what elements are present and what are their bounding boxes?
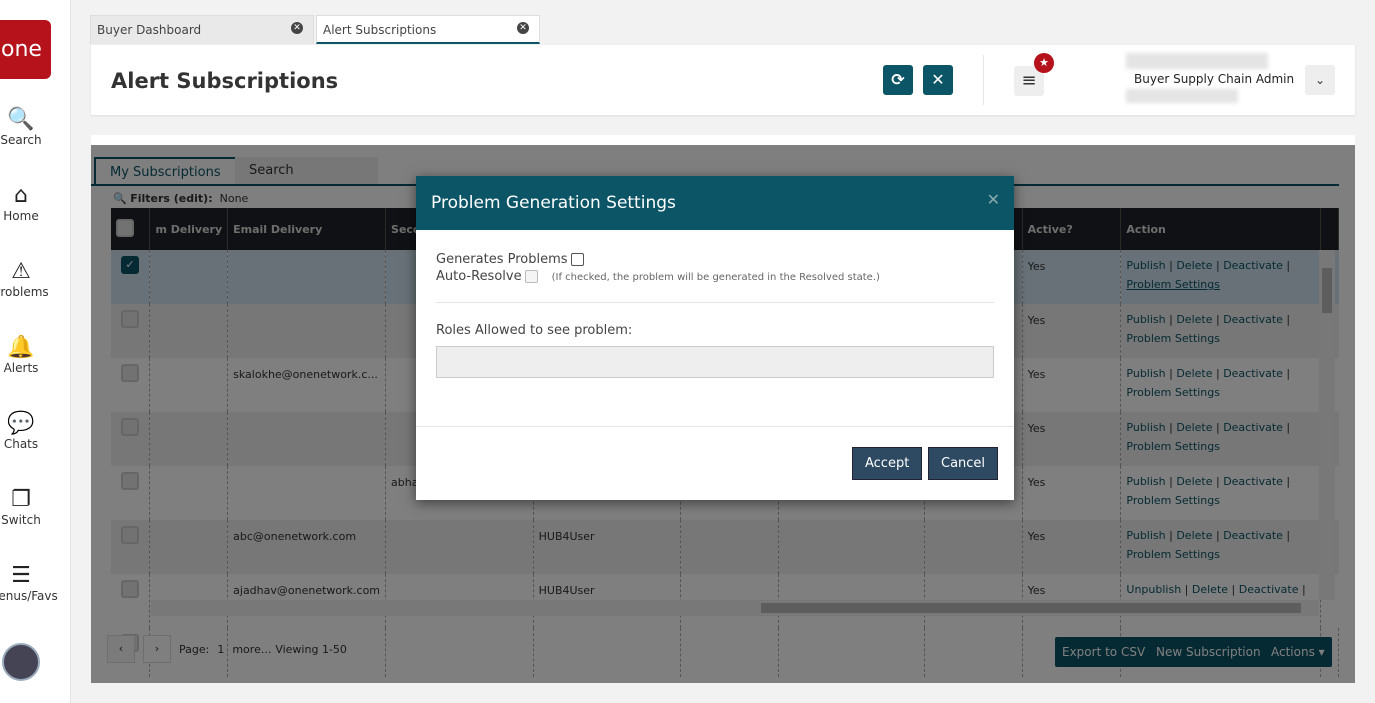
sidebar-item-label: Alerts xyxy=(3,361,39,375)
sidebar-item-label: Problems xyxy=(0,285,49,299)
search-icon: 🔍 xyxy=(7,107,35,132)
sidebar-item-menus-favs[interactable]: ☰Menus/Favs xyxy=(0,563,58,603)
tab-label: Alert Subscriptions xyxy=(323,23,437,37)
chat-icon: 💬 xyxy=(7,411,35,436)
sidebar-item-alerts[interactable]: 🔔 Alerts xyxy=(0,335,42,375)
sidebar-item-problems[interactable]: ⚠Problems xyxy=(0,259,49,299)
blurred-user-name xyxy=(1126,53,1268,69)
home-icon: ⌂ xyxy=(14,183,28,208)
page-title: Alert Subscriptions xyxy=(111,69,339,93)
close-icon[interactable]: ✕ xyxy=(987,190,1000,209)
sidebar-item-label: Switch xyxy=(1,513,41,527)
sidebar-item-label: Chats xyxy=(3,437,39,451)
sidebar-item-label: Menus/Favs xyxy=(0,589,58,603)
page-header: Alert Subscriptions ⟳ ✕ ≡ ★ Buyer Supply… xyxy=(91,45,1355,115)
dialog-header: Problem Generation Settings ✕ xyxy=(416,176,1014,230)
accept-button[interactable]: Accept xyxy=(852,447,923,480)
sidebar-item-switch[interactable]: ❐ Switch xyxy=(0,487,42,527)
tab-buyer-dashboard[interactable]: Buyer Dashboard ✕ xyxy=(90,15,314,44)
problem-generation-dialog: Problem Generation Settings ✕ Generates P… xyxy=(416,176,1014,500)
divider xyxy=(983,55,984,105)
divider xyxy=(436,302,994,303)
user-menu-chevron-icon[interactable]: ⌄ xyxy=(1305,65,1335,95)
close-tab-icon[interactable]: ✕ xyxy=(517,22,529,34)
tab-bar: Buyer Dashboard ✕ Alert Subscriptions ✕ xyxy=(90,15,540,44)
warning-icon: ⚠ xyxy=(11,259,31,284)
auto-resolve-label: Auto-Resolve xyxy=(436,269,522,284)
sidebar-item-label: Home xyxy=(3,209,39,223)
sidebar: one 🔍Search⌂Home⚠Problems🔔Alerts💬Chats❐S… xyxy=(0,0,71,703)
favorite-star-icon[interactable]: ★ xyxy=(1034,53,1054,73)
close-tab-icon[interactable]: ✕ xyxy=(291,22,303,34)
cancel-button[interactable]: Cancel xyxy=(928,447,999,480)
sidebar-item-home[interactable]: ⌂ Home xyxy=(0,183,42,223)
menu-icon: ☰ xyxy=(11,563,31,588)
blurred-user-org xyxy=(1126,89,1238,103)
dialog-title: Problem Generation Settings xyxy=(431,193,676,213)
user-role: Buyer Supply Chain Admin xyxy=(1134,72,1295,86)
sidebar-item-search[interactable]: 🔍 Search xyxy=(0,107,42,147)
generates-problems-checkbox[interactable] xyxy=(570,253,584,266)
auto-resolve-hint: (If checked, the problem will be generat… xyxy=(551,272,880,283)
sidebar-item-chats[interactable]: 💬 Chats xyxy=(0,411,42,451)
roles-field[interactable] xyxy=(436,346,994,378)
close-button[interactable]: ✕ xyxy=(923,65,953,95)
roles-label: Roles Allowed to see problem: xyxy=(436,323,633,338)
switch-icon: ❐ xyxy=(11,487,31,512)
refresh-button[interactable]: ⟳ xyxy=(883,65,913,95)
auto-resolve-checkbox[interactable] xyxy=(524,270,538,283)
logo[interactable]: one xyxy=(0,20,51,79)
assistant-avatar[interactable] xyxy=(2,643,40,681)
bell-icon: 🔔 xyxy=(7,335,35,360)
generates-problems-label: Generates Problems xyxy=(436,252,568,267)
sidebar-item-label: Search xyxy=(0,133,42,147)
tab-label: Buyer Dashboard xyxy=(97,23,202,37)
tab-alert-subscriptions[interactable]: Alert Subscriptions ✕ xyxy=(316,15,540,44)
